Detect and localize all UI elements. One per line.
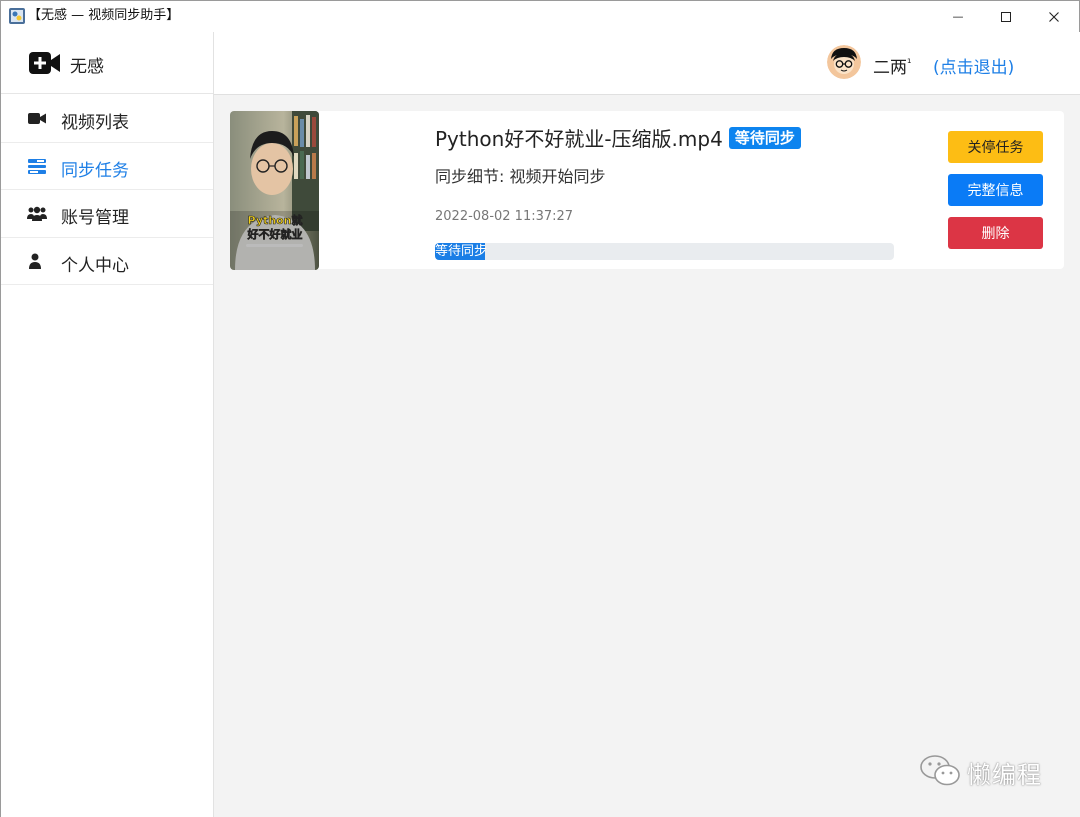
sidebar-item-account-management[interactable]: 账号管理 [1, 190, 213, 238]
video-title-text: Python好不好就业-压缩版.mp4 [435, 127, 723, 151]
username: 二两¹ [873, 53, 911, 78]
sidebar-item-label: 账号管理 [61, 208, 129, 228]
video-camera-icon [28, 113, 46, 124]
video-thumbnail[interactable]: Python就 好不好就业 [230, 111, 319, 270]
brand-name: 无感 [70, 57, 104, 77]
brand[interactable]: 无感 [1, 32, 213, 94]
avatar[interactable] [827, 45, 861, 79]
sidebar-item-video-list[interactable]: 视频列表 [1, 95, 213, 143]
logout-link[interactable]: (点击退出) [933, 53, 1014, 78]
watermark-text: 懒编程 [967, 761, 1042, 789]
watermark: 懒编程 [919, 753, 1059, 789]
thumbnail-caption-line1: Python就 [248, 213, 303, 227]
sync-detail: 同步细节: 视频开始同步 [435, 167, 606, 186]
python-app-icon [9, 8, 25, 24]
sidebar-item-personal-center[interactable]: 个人中心 [1, 238, 213, 285]
sidebar-item-label: 个人中心 [61, 255, 129, 276]
sidebar: 无感 视频列表 同步任务 账号管理 个人中心 [1, 32, 214, 817]
window-title: 【无感 — 视频同步助手】 [28, 8, 180, 23]
minimize-icon: — [952, 10, 964, 23]
wechat-icon [920, 755, 960, 786]
task-timestamp: 2022-08-02 11:37:27 [435, 209, 574, 224]
user-icon [29, 253, 41, 269]
username-superscript: ¹ [907, 56, 912, 70]
maximize-button[interactable] [983, 1, 1029, 32]
close-button[interactable] [1031, 1, 1077, 32]
tasks-icon [28, 158, 46, 174]
top-header: 二两¹ (点击退出) [214, 32, 1080, 95]
status-badge: 等待同步 [728, 126, 801, 149]
sidebar-item-sync-tasks[interactable]: 同步任务 [1, 143, 213, 190]
stop-task-button[interactable]: 关停任务 [948, 131, 1043, 163]
thumbnail-caption-line2: 好不好就业 [247, 227, 303, 241]
sidebar-item-label: 同步任务 [61, 160, 129, 181]
app-window: 【无感 — 视频同步助手】 — 无感 视频列表 同步任务 账号管理 个人中心 二… [0, 0, 1080, 817]
video-plus-icon [29, 52, 60, 74]
title-bar: 【无感 — 视频同步助手】 — [1, 1, 1079, 32]
sync-task-card: Python就 好不好就业 Python好不好就业-压缩版.mp4 等待同步 同… [230, 111, 1064, 270]
close-icon [1049, 11, 1059, 22]
username-text: 二两 [873, 58, 907, 78]
full-info-button[interactable]: 完整信息 [948, 174, 1043, 206]
video-title: Python好不好就业-压缩版.mp4 等待同步 [435, 123, 801, 152]
sync-progress-bar: 等待同步 [435, 243, 894, 260]
delete-button[interactable]: 删除 [948, 217, 1043, 249]
minimize-button[interactable]: — [935, 1, 981, 32]
sidebar-item-label: 视频列表 [61, 113, 129, 133]
maximize-icon [1001, 11, 1011, 22]
users-icon [27, 206, 47, 221]
main-content: Python就 好不好就业 Python好不好就业-压缩版.mp4 等待同步 同… [214, 95, 1080, 817]
sidebar-nav: 视频列表 同步任务 账号管理 个人中心 [1, 95, 213, 285]
progress-label: 等待同步 [435, 244, 488, 259]
